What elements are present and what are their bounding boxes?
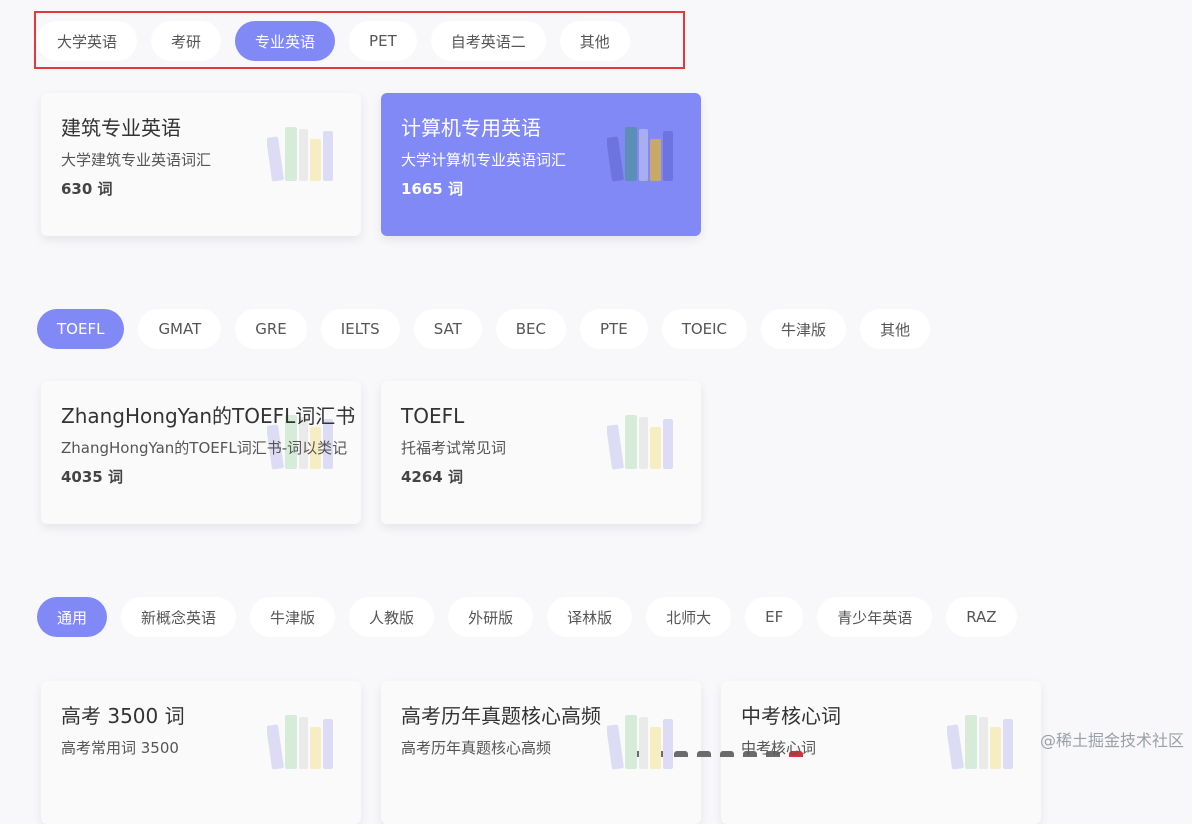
watermark: @稀土掘金技术社区 [1039, 731, 1184, 750]
wordbook-desc: 大学计算机专业英语词汇 [401, 151, 567, 169]
tab-gre[interactable]: GRE [235, 309, 307, 349]
tab-sat[interactable]: SAT [413, 309, 482, 349]
tab-pte[interactable]: PTE [580, 309, 648, 349]
wordbook-count: 4035 词 [61, 468, 123, 486]
wordbook-count: 4264 词 [401, 468, 463, 486]
category-tabs-2: TOEFL GMAT GRE IELTS SAT BEC PTE TOEIC 牛… [37, 309, 931, 349]
wordbook-title: 计算机专用英语 [401, 116, 541, 140]
tab-qita[interactable]: 其他 [559, 21, 630, 61]
wordbook-desc: 高考常用词 3500 [61, 739, 179, 757]
wordbook-desc: 大学建筑专业英语词汇 [61, 151, 212, 169]
wordbook-card[interactable]: 高考历年真题核心高频 高考历年真题核心高频 [381, 681, 701, 824]
wordbook-title: 高考 3500 词 [61, 704, 185, 728]
tab-xingainian[interactable]: 新概念英语 [121, 597, 237, 637]
wordbook-desc: 托福考试常见词 [401, 439, 507, 457]
wordbook-card[interactable]: 中考核心词 中考核心词 [721, 681, 1041, 824]
tab-yilin[interactable]: 译林版 [547, 597, 633, 637]
wordbook-card[interactable]: TOEFL 托福考试常见词 4264 词 [381, 381, 701, 524]
tab-raz[interactable]: RAZ [946, 597, 1017, 637]
tab-beishida[interactable]: 北师大 [646, 597, 732, 637]
wordbook-desc: 高考历年真题核心高频 [401, 739, 552, 757]
category-tabs-1: 大学英语 考研 专业英语 PET 自考英语二 其他 [37, 21, 630, 61]
tab-gmat[interactable]: GMAT [138, 309, 222, 349]
tab-niujin[interactable]: 牛津版 [761, 309, 847, 349]
tab-ielts[interactable]: IELTS [320, 309, 400, 349]
tab-renjiao[interactable]: 人教版 [349, 597, 435, 637]
category-tabs-3: 通用 新概念英语 牛津版 人教版 外研版 译林版 北师大 EF 青少年英语 RA… [37, 597, 1017, 637]
tab-qingshaonian[interactable]: 青少年英语 [817, 597, 933, 637]
toolbar-icon[interactable] [697, 751, 711, 757]
wordbook-cards-1: 建筑专业英语 大学建筑专业英语词汇 630 词 计算机专用英语 大学计算机专业英… [41, 93, 701, 236]
tab-kaoyan[interactable]: 考研 [151, 21, 222, 61]
wordbook-title: 中考核心词 [741, 704, 841, 728]
wordbook-title: ZhangHongYan的TOEFL词汇书 [61, 404, 356, 428]
wordbook-desc: ZhangHongYan的TOEFL词汇书-词以类记 [61, 439, 348, 457]
wordbook-title: 高考历年真题核心高频 [401, 704, 601, 728]
tab-tongyong[interactable]: 通用 [37, 597, 108, 637]
tab-ef[interactable]: EF [745, 597, 804, 637]
tab-niujin-2[interactable]: 牛津版 [250, 597, 336, 637]
tab-waiyan[interactable]: 外研版 [448, 597, 534, 637]
tab-toefl[interactable]: TOEFL [37, 309, 125, 349]
wordbook-card[interactable]: ZhangHongYan的TOEFL词汇书 ZhangHongYan的TOEFL… [41, 381, 361, 524]
toolbar-icon[interactable] [720, 751, 734, 757]
tab-toeic[interactable]: TOEIC [661, 309, 748, 349]
tab-zhuanye-yingyu[interactable]: 专业英语 [235, 21, 336, 61]
wordbook-count: 1665 词 [401, 180, 463, 198]
tab-pet[interactable]: PET [349, 21, 417, 61]
wordbook-desc: 中考核心词 [741, 739, 817, 757]
wordbook-card-selected[interactable]: 计算机专用英语 大学计算机专业英语词汇 1665 词 [381, 93, 701, 236]
tab-daxue-yingyu[interactable]: 大学英语 [37, 21, 138, 61]
tab-qita-2[interactable]: 其他 [860, 309, 931, 349]
tab-zikao-yingyu-er[interactable]: 自考英语二 [430, 21, 546, 61]
wordbook-count: 630 词 [61, 180, 113, 198]
wordbook-title: TOEFL [401, 404, 465, 428]
wordbook-title: 建筑专业英语 [61, 116, 181, 140]
tab-bec[interactable]: BEC [495, 309, 566, 349]
wordbook-card[interactable]: 高考 3500 词 高考常用词 3500 [41, 681, 361, 824]
wordbook-card[interactable]: 建筑专业英语 大学建筑专业英语词汇 630 词 [41, 93, 361, 236]
wordbook-cards-3: 高考 3500 词 高考常用词 3500 高考历年真题核心高频 高考历年真题核心… [41, 681, 1041, 824]
wordbook-cards-2: ZhangHongYan的TOEFL词汇书 ZhangHongYan的TOEFL… [41, 381, 701, 524]
